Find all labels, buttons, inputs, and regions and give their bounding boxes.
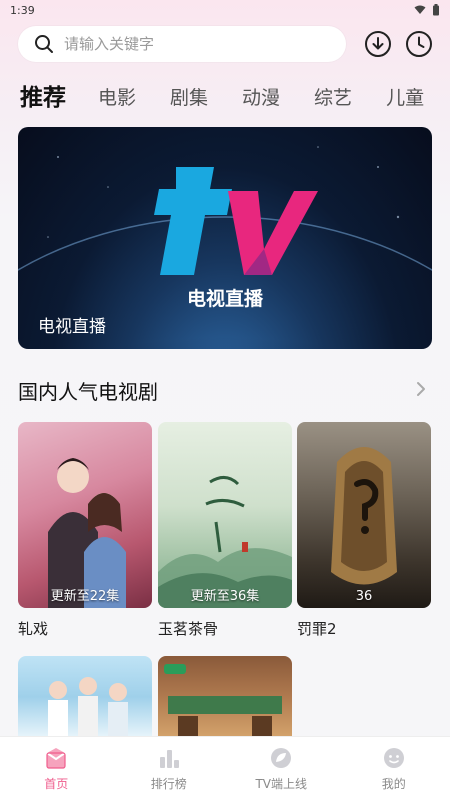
smiley-icon: [383, 748, 404, 768]
history-clock-icon[interactable]: [405, 30, 433, 58]
episode-badge: 更新至22集: [50, 589, 120, 604]
live-tv-banner[interactable]: 电视直播 电视直播: [18, 127, 432, 349]
search-icon: [35, 35, 53, 53]
nav-label: 我的: [381, 777, 406, 791]
download-icon[interactable]: [364, 30, 392, 58]
drama-poster: 36: [297, 422, 431, 608]
home-icon: [46, 748, 66, 769]
drama-card[interactable]: [18, 656, 152, 738]
bottom-nav: 首页 排行榜 TV端上线 我的: [0, 736, 450, 800]
search-input[interactable]: [64, 35, 314, 53]
section-title: 国内人气电视剧: [18, 380, 158, 404]
nav-label: 排行榜: [150, 777, 187, 791]
status-bar: 1:39: [0, 0, 450, 20]
tab-kids[interactable]: 儿童: [386, 84, 424, 112]
tab-movies[interactable]: 电影: [98, 84, 136, 112]
search-bar[interactable]: [18, 26, 346, 62]
banner-logo-text: 电视直播: [187, 287, 264, 310]
drama-card[interactable]: 更新至22集 轧戏: [18, 422, 152, 639]
nav-mine[interactable]: 我的: [338, 737, 450, 800]
episode-badge: 36: [355, 589, 373, 604]
drama-poster: 更新至36集: [158, 422, 292, 608]
episode-badge: 更新至36集: [190, 589, 260, 604]
nav-label: 首页: [44, 777, 69, 791]
banner-caption: 电视直播: [38, 317, 106, 337]
drama-title: 玉茗茶骨: [158, 620, 219, 638]
status-time: 1:39: [10, 3, 35, 17]
chevron-right-icon[interactable]: [414, 379, 428, 399]
tab-recommend[interactable]: 推荐: [20, 84, 66, 112]
drama-poster: 更新至22集: [18, 422, 152, 608]
drama-poster: [158, 656, 292, 738]
category-tabs: 推荐 电影 剧集 动漫 综艺 儿童: [0, 80, 450, 112]
nav-ranking[interactable]: 排行榜: [113, 737, 226, 800]
nav-tv[interactable]: TV端上线: [225, 737, 338, 800]
nav-label: TV端上线: [255, 777, 308, 791]
battery-icon: [433, 4, 439, 16]
drama-poster: [18, 656, 152, 738]
nav-home[interactable]: 首页: [0, 737, 113, 800]
tv-leaf-icon: [271, 748, 292, 768]
drama-card[interactable]: 36 罚罪2: [297, 422, 431, 639]
tab-anime[interactable]: 动漫: [242, 84, 280, 112]
wifi-icon: [414, 5, 426, 14]
drama-card[interactable]: [158, 656, 292, 738]
drama-title: 轧戏: [18, 620, 49, 638]
tab-variety[interactable]: 综艺: [314, 84, 352, 112]
drama-card[interactable]: 更新至36集 玉茗茶骨: [158, 422, 292, 639]
drama-title: 罚罪2: [297, 620, 337, 638]
bar-chart-icon: [159, 750, 179, 768]
tab-series[interactable]: 剧集: [170, 84, 208, 112]
